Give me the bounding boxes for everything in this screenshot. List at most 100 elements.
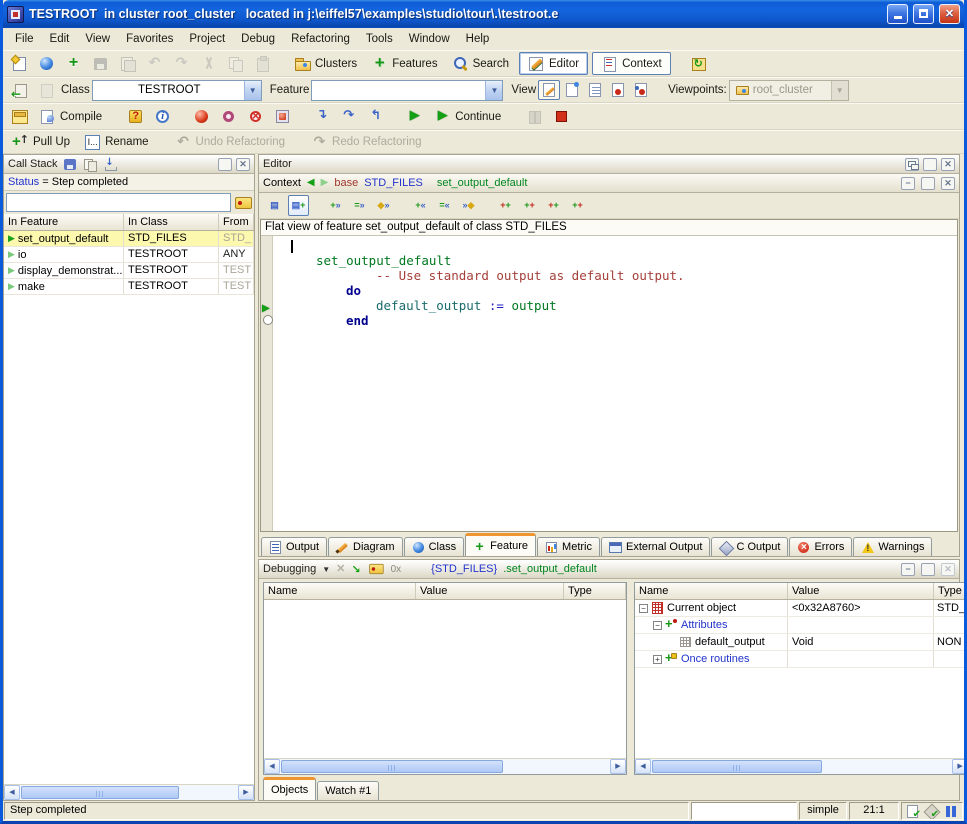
code-area[interactable]: set_output_default-- Use standard output… [261,236,957,531]
open-class-button[interactable] [34,52,59,75]
project-settings-button[interactable] [7,105,32,128]
scroll-left-icon[interactable]: ◀ [4,785,20,800]
contract-view-icon[interactable] [607,80,629,100]
chevron-down-icon[interactable]: ▼ [244,81,261,100]
editor-view-icon[interactable] [538,80,560,100]
step-out-button[interactable] [363,105,388,128]
column-header[interactable]: Name [635,583,788,599]
column-header[interactable]: Type [934,583,967,599]
callees-icon[interactable]: +« [410,195,431,216]
tab-metric[interactable]: Metric [537,537,600,556]
editor-restore-icon[interactable] [905,158,919,171]
tab-feature[interactable]: Feature [465,533,536,556]
editor-close-icon[interactable]: ✕ [941,158,955,171]
scroll-left-icon[interactable]: ◀ [635,759,651,774]
melt-button[interactable] [216,105,241,128]
object-tree-row[interactable]: −Current object<0x32A8760>STD_ [635,600,967,617]
collapse-icon[interactable]: − [653,621,662,630]
menu-view[interactable]: View [77,30,118,48]
scroll-right-icon[interactable]: ▶ [610,759,626,774]
watch-table-hscrollbar[interactable]: ◀ ▶ [264,758,626,774]
new-document-button[interactable] [7,52,32,75]
menu-help[interactable]: Help [458,30,498,48]
call-stack-row[interactable]: ▶display_demonstrat...TESTROOTTEST [4,263,254,279]
tab-diagram[interactable]: Diagram [328,537,403,556]
column-header[interactable]: Type [564,583,626,599]
stop-button[interactable] [549,105,574,128]
call-stack-maximize-icon[interactable] [218,158,232,171]
context-back-icon[interactable]: ◀ [307,176,315,190]
menu-window[interactable]: Window [401,30,458,48]
watch-table-rows[interactable] [264,600,626,758]
breadcrumb-class[interactable]: STD_FILES [364,177,423,189]
column-header[interactable]: Value [416,583,564,599]
creations-icon[interactable]: »◆ [458,195,479,216]
tab-objects[interactable]: Objects [263,777,316,800]
features-button[interactable]: Features [366,52,444,75]
run-button[interactable] [402,105,427,128]
clients-icon[interactable]: ++ [543,195,564,216]
new-feature-button[interactable] [61,52,86,75]
step-over-button[interactable] [336,105,361,128]
column-header[interactable]: Value [788,583,934,599]
external-commands-button[interactable] [686,52,711,75]
column-header[interactable]: In Feature [4,214,124,230]
context-close-icon[interactable]: ✕ [941,177,955,190]
object-tree-row[interactable]: +Once routines [635,651,967,668]
search-button[interactable]: Search [447,52,516,75]
scroll-thumb[interactable] [281,760,503,773]
menu-refactoring[interactable]: Refactoring [283,30,358,48]
menu-tools[interactable]: Tools [358,30,401,48]
menu-project[interactable]: Project [181,30,233,48]
tab-class[interactable]: Class [404,537,465,556]
finalize-button[interactable] [243,105,268,128]
editor-toggle-button[interactable]: Editor [519,52,588,75]
breadcrumb-cluster[interactable]: base [334,177,358,189]
ancestors-icon[interactable]: ++ [495,195,516,216]
minimize-button[interactable] [887,4,908,24]
step-into-button[interactable] [309,105,334,128]
collapse-icon[interactable]: − [639,604,648,613]
precompile-button[interactable] [270,105,295,128]
editor-maximize-icon[interactable] [923,158,937,171]
tab-external-output[interactable]: External Output [601,537,710,556]
object-tree-row[interactable]: −Attributes [635,617,967,634]
editor-titlebar[interactable]: Editor ✕ [259,155,959,174]
context-minimize-icon[interactable]: − [901,177,915,190]
context-toggle-button[interactable]: Context [592,52,671,75]
scroll-thumb[interactable] [21,786,179,799]
scroll-right-icon[interactable]: ▶ [238,785,254,800]
call-stack-row[interactable]: ▶ioTESTROOTANY [4,247,254,263]
continue-button[interactable]: Continue [429,105,508,128]
breadcrumb-feature[interactable]: set_output_default [437,177,528,189]
chevron-down-icon[interactable]: ▼ [322,565,330,574]
hex-format-toggle[interactable]: 0x [391,564,402,575]
code-text[interactable]: set_output_default-- Use standard output… [273,236,957,531]
import-call-stack-icon[interactable] [102,157,118,172]
basic-text-view-icon[interactable]: ▤ [264,195,285,216]
tab-c-output[interactable]: C Output [711,537,788,556]
new-editor-view-icon[interactable] [561,80,583,100]
menu-debug[interactable]: Debug [233,30,283,48]
call-stack-close-icon[interactable]: ✕ [236,158,250,171]
clusters-button[interactable]: Clusters [289,52,364,75]
assigners-icon[interactable]: =» [349,195,370,216]
menu-favorites[interactable]: Favorites [118,30,181,48]
scroll-left-icon[interactable]: ◀ [264,759,280,774]
copy-call-stack-icon[interactable] [82,157,98,172]
compile-button[interactable]: Compile [34,105,109,128]
call-stack-row[interactable]: ▶makeTESTROOTTEST [4,279,254,295]
object-tree-row[interactable]: default_outputVoidNON [635,634,967,651]
expand-icon[interactable]: + [653,655,662,664]
flat-view-icon[interactable] [584,80,606,100]
current-line-arrow[interactable] [262,298,273,311]
suppliers-icon[interactable]: ++ [567,195,588,216]
tab-errors[interactable]: Errors [789,537,852,556]
context-maximize-icon[interactable] [921,177,935,190]
titlebar[interactable]: TESTROOT in cluster root_cluster located… [3,0,964,28]
menu-edit[interactable]: Edit [42,30,78,48]
close-button[interactable]: ✕ [939,4,960,24]
debugging-maximize-icon[interactable] [921,563,935,576]
debugging-titlebar[interactable]: Debugging ▼ ✕ ↘ 0x {STD_FILES} .set_outp… [259,560,959,579]
assignees-icon[interactable]: =« [434,195,455,216]
